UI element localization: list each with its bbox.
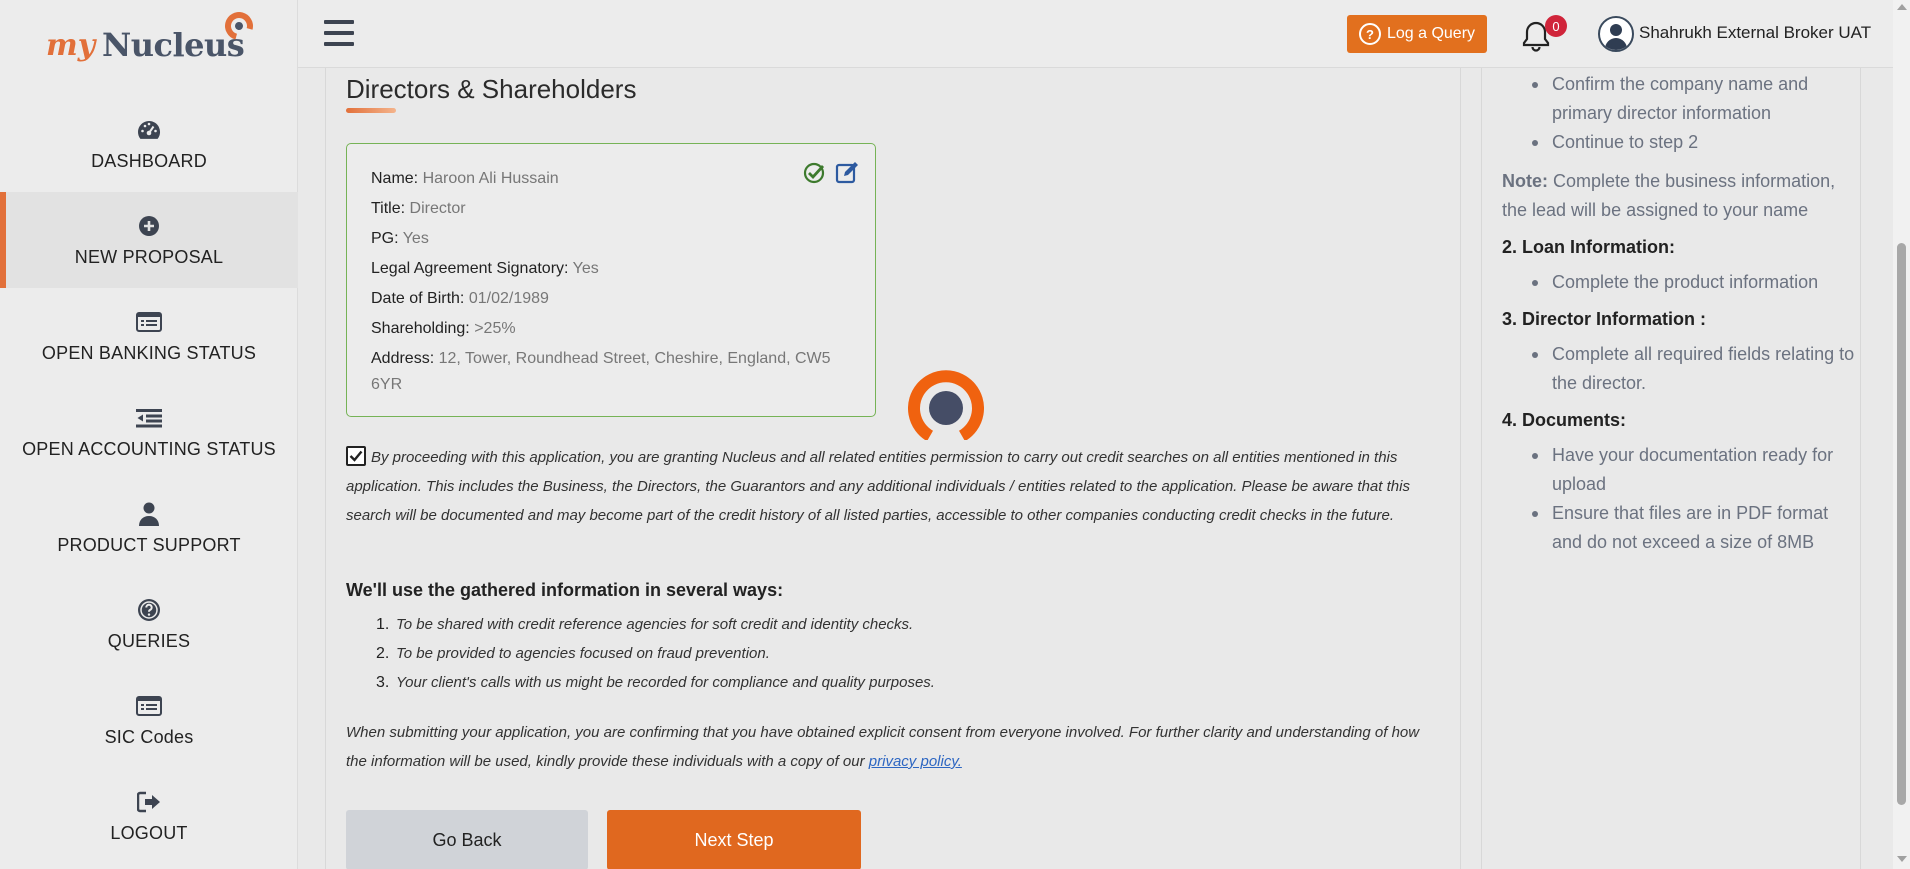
consent-section: By proceeding with this application, you… — [346, 443, 1442, 530]
user-name[interactable]: Shahrukh External Broker UAT — [1639, 23, 1871, 43]
director-field-signatory: Legal Agreement Signatory: Yes — [371, 260, 599, 277]
director-field-pg: PG: Yes — [371, 230, 429, 247]
edit-icon[interactable] — [835, 160, 859, 189]
next-step-button[interactable]: Next Step — [607, 810, 861, 869]
privacy-policy-link[interactable]: privacy policy. — [869, 753, 962, 770]
list-card-icon — [136, 693, 162, 719]
sidebar-item-label: OPEN ACCOUNTING STATUS — [22, 438, 276, 459]
scrollbar-thumb[interactable] — [1897, 243, 1906, 805]
question-circle-icon: ? — [1358, 23, 1381, 45]
list-item: Ensure that files are in PDF format and … — [1532, 499, 1860, 557]
sidebar-item-sic-codes[interactable]: SIC Codes — [0, 672, 298, 768]
director-field-address: Address: 12, Tower, Roundhead Street, Ch… — [371, 350, 831, 393]
consent-footer-text: When submitting your application, you ar… — [346, 724, 1420, 770]
ways-list: 1. To be shared with credit reference age… — [376, 616, 935, 703]
list-item: Complete the product information — [1532, 268, 1860, 297]
scroll-down-arrow-icon[interactable] — [1897, 856, 1907, 862]
step2-heading: 2. Loan Information: — [1502, 237, 1675, 257]
sidebar-item-open-banking-status[interactable]: OPEN BANKING STATUS — [0, 288, 298, 384]
loading-spinner-icon — [908, 370, 984, 442]
main-content: Directors & Shareholders Name: Haroon Al… — [325, 68, 1461, 869]
sidebar-item-open-accounting-status[interactable]: OPEN ACCOUNTING STATUS — [0, 384, 298, 480]
menu-toggle-icon[interactable] — [324, 20, 354, 46]
scroll-up-arrow-icon[interactable] — [1897, 4, 1907, 10]
dashboard-gauge-icon — [136, 117, 162, 143]
sidebar-item-label: LOGOUT — [110, 822, 188, 843]
go-back-button[interactable]: Go Back — [346, 810, 588, 869]
director-card: Name: Haroon Ali Hussain Title: Director… — [346, 143, 876, 417]
list-item: 2. To be provided to agencies focused on … — [376, 645, 770, 662]
plus-circle-icon — [136, 213, 162, 239]
card-actions — [803, 160, 859, 189]
notification-count-badge: 0 — [1545, 15, 1567, 37]
log-query-button[interactable]: ? Log a Query — [1347, 15, 1487, 53]
sidebar-item-new-proposal[interactable]: NEW PROPOSAL — [0, 192, 298, 288]
sidebar-item-label: NEW PROPOSAL — [74, 246, 224, 267]
sidebar-item-label: PRODUCT SUPPORT — [57, 534, 241, 555]
sidebar-item-label: DASHBOARD — [91, 150, 207, 171]
list-item: 1. To be shared with credit reference age… — [376, 616, 914, 633]
logo-name: Nucleus — [102, 26, 245, 64]
user-icon — [136, 501, 162, 527]
title-underline — [346, 108, 396, 113]
director-field-shareholding: Shareholding: >25% — [371, 320, 516, 337]
sidebar-item-queries[interactable]: QUERIES — [0, 576, 298, 672]
topbar: ? Log a Query 0 Shahrukh External Broker… — [298, 0, 1910, 68]
list-item: Have your documentation ready for upload — [1532, 441, 1860, 499]
consent-checkbox[interactable] — [346, 446, 366, 466]
step4-list: Have your documentation ready for upload… — [1502, 441, 1860, 557]
sidebar-item-label: QUERIES — [107, 630, 191, 651]
logo-prefix: my — [46, 28, 96, 63]
list-item: 3. Your client's calls with us might be r… — [376, 674, 935, 691]
sidebar-nav: DASHBOARD NEW PROPOSAL OPEN BANKING STAT… — [0, 96, 298, 864]
step2-list: Complete the product information — [1502, 268, 1860, 297]
step3-heading: 3. Director Information : — [1502, 309, 1707, 329]
sidebar-item-product-support[interactable]: PRODUCT SUPPORT — [0, 480, 298, 576]
step1-list: Confirm the company name and primary dir… — [1502, 70, 1860, 157]
list-item: Complete all required fields relating to… — [1532, 340, 1860, 398]
ways-heading: We'll use the gathered information in se… — [346, 580, 784, 600]
mynucleus-logo[interactable]: my Nucleus — [46, 6, 266, 70]
guidance-note: Note: Complete the business information,… — [1502, 171, 1836, 220]
step4-heading: 4. Documents: — [1502, 410, 1627, 430]
sidebar: my Nucleus DASHBOARD NEW PROPOSAL OPEN B… — [0, 0, 298, 869]
page-title: Directors & Shareholders — [346, 74, 637, 104]
sidebar-item-dashboard[interactable]: DASHBOARD — [0, 96, 298, 192]
list-item: Continue to step 2 — [1532, 128, 1860, 157]
consent-text: By proceeding with this application, you… — [346, 449, 1410, 524]
outdent-list-icon — [136, 405, 162, 431]
list-item: Confirm the company name and primary dir… — [1532, 70, 1860, 128]
sidebar-item-label: SIC Codes — [104, 726, 194, 747]
question-circle-icon — [136, 597, 162, 623]
sign-out-icon — [136, 789, 162, 815]
director-field-title: Title: Director — [371, 200, 466, 217]
director-field-name: Name: Haroon Ali Hussain — [371, 170, 559, 187]
director-field-dob: Date of Birth: 01/02/1989 — [371, 290, 549, 307]
page-scrollbar[interactable] — [1893, 0, 1910, 869]
guidance-panel: Confirm the company name and primary dir… — [1481, 68, 1861, 869]
sidebar-item-label: OPEN BANKING STATUS — [41, 342, 257, 363]
list-card-icon — [136, 309, 162, 335]
sidebar-item-logout[interactable]: LOGOUT — [0, 768, 298, 864]
verified-check-icon[interactable] — [803, 160, 827, 189]
log-query-label: Log a Query — [1386, 25, 1476, 42]
step3-list: Complete all required fields relating to… — [1502, 340, 1860, 398]
avatar[interactable] — [1598, 16, 1634, 52]
